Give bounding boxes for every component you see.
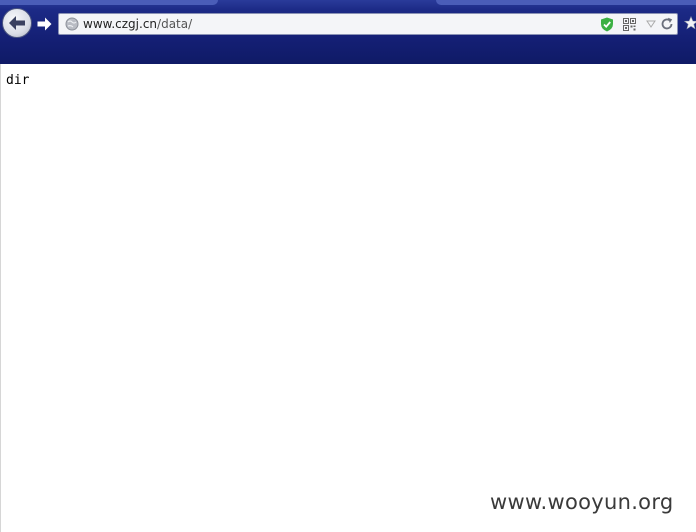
forward-button[interactable] — [34, 14, 54, 34]
page-body-text: dir — [6, 73, 30, 88]
address-bar[interactable]: www.czgj.cn/data/ — [58, 13, 678, 35]
address-path: /data/ — [157, 17, 193, 31]
reload-icon[interactable] — [660, 17, 674, 31]
watermark: www.wooyun.org — [490, 490, 674, 514]
browser-toolbar: www.czgj.cn/data/ — [0, 0, 696, 64]
globe-icon — [65, 17, 79, 31]
back-arrow-icon — [9, 16, 25, 30]
tab-strip-right — [436, 0, 696, 5]
forward-arrow-icon — [37, 17, 51, 31]
page-content: dir — [0, 64, 696, 532]
tab-strip-left — [0, 0, 218, 5]
address-host: www.czgj.cn — [83, 17, 158, 31]
qr-code-icon[interactable] — [623, 18, 636, 31]
address-text[interactable]: www.czgj.cn/data/ — [83, 17, 192, 31]
dropdown-arrow-icon[interactable] — [646, 19, 656, 29]
star-icon[interactable] — [684, 16, 696, 30]
shield-check-icon[interactable] — [600, 17, 614, 32]
back-button[interactable] — [2, 8, 32, 38]
